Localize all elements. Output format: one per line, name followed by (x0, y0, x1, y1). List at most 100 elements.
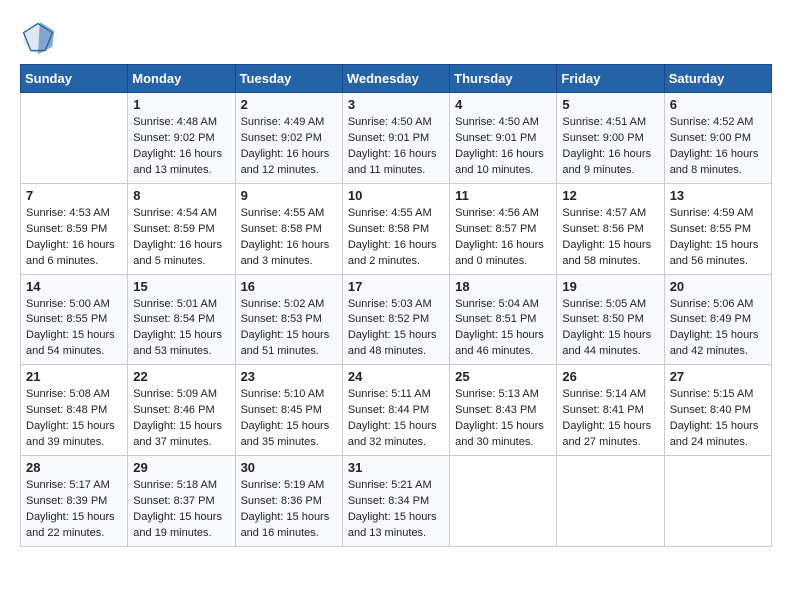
day-number: 30 (241, 460, 337, 475)
day-number: 27 (670, 369, 766, 384)
page-header (20, 20, 772, 56)
day-info: Sunrise: 4:52 AM Sunset: 9:00 PM Dayligh… (670, 115, 766, 179)
week-row-5: 28 Sunrise: 5:17 AM Sunset: 8:39 PM Dayli… (21, 456, 772, 547)
day-cell: 2 Sunrise: 4:49 AM Sunset: 9:02 PM Daylig… (235, 93, 342, 184)
col-header-sunday: Sunday (21, 65, 128, 93)
day-cell: 11 Sunrise: 4:56 AM Sunset: 8:57 PM Dayli… (450, 183, 557, 274)
day-number: 10 (348, 188, 444, 203)
day-info: Sunrise: 5:00 AM Sunset: 8:55 PM Dayligh… (26, 297, 122, 361)
day-cell: 28 Sunrise: 5:17 AM Sunset: 8:39 PM Dayli… (21, 456, 128, 547)
day-number: 31 (348, 460, 444, 475)
day-cell: 23 Sunrise: 5:10 AM Sunset: 8:45 PM Dayli… (235, 365, 342, 456)
day-cell: 18 Sunrise: 5:04 AM Sunset: 8:51 PM Dayli… (450, 274, 557, 365)
day-cell: 22 Sunrise: 5:09 AM Sunset: 8:46 PM Dayli… (128, 365, 235, 456)
day-number: 12 (562, 188, 658, 203)
day-number: 19 (562, 279, 658, 294)
col-header-wednesday: Wednesday (342, 65, 449, 93)
day-cell: 6Sunrise: 4:52 AM Sunset: 9:00 PM Daylig… (664, 93, 771, 184)
day-number: 21 (26, 369, 122, 384)
day-info: Sunrise: 5:17 AM Sunset: 8:39 PM Dayligh… (26, 478, 122, 542)
day-number: 15 (133, 279, 229, 294)
day-info: Sunrise: 4:51 AM Sunset: 9:00 PM Dayligh… (562, 115, 658, 179)
day-cell: 31 Sunrise: 5:21 AM Sunset: 8:34 PM Dayli… (342, 456, 449, 547)
day-number: 16 (241, 279, 337, 294)
day-number: 24 (348, 369, 444, 384)
header-row: SundayMondayTuesdayWednesdayThursdayFrid… (21, 65, 772, 93)
day-number: 18 (455, 279, 551, 294)
day-cell: 9 Sunrise: 4:55 AM Sunset: 8:58 PM Daylig… (235, 183, 342, 274)
day-cell: 14 Sunrise: 5:00 AM Sunset: 8:55 PM Dayli… (21, 274, 128, 365)
day-cell: 8 Sunrise: 4:54 AM Sunset: 8:59 PM Daylig… (128, 183, 235, 274)
day-cell (557, 456, 664, 547)
day-info: Sunrise: 5:14 AM Sunset: 8:41 PM Dayligh… (562, 387, 658, 451)
day-cell: 12 Sunrise: 4:57 AM Sunset: 8:56 PM Dayli… (557, 183, 664, 274)
day-cell: 7 Sunrise: 4:53 AM Sunset: 8:59 PM Daylig… (21, 183, 128, 274)
day-info: Sunrise: 4:49 AM Sunset: 9:02 PM Dayligh… (241, 115, 337, 179)
day-number: 25 (455, 369, 551, 384)
week-row-3: 14 Sunrise: 5:00 AM Sunset: 8:55 PM Dayli… (21, 274, 772, 365)
day-cell (664, 456, 771, 547)
week-row-1: 1 Sunrise: 4:48 AM Sunset: 9:02 PM Daylig… (21, 93, 772, 184)
day-info: Sunrise: 4:59 AM Sunset: 8:55 PM Dayligh… (670, 206, 766, 270)
day-info: Sunrise: 4:55 AM Sunset: 8:58 PM Dayligh… (348, 206, 444, 270)
day-info: Sunrise: 5:06 AM Sunset: 8:49 PM Dayligh… (670, 297, 766, 361)
day-number: 22 (133, 369, 229, 384)
day-cell: 13 Sunrise: 4:59 AM Sunset: 8:55 PM Dayli… (664, 183, 771, 274)
day-info: Sunrise: 5:13 AM Sunset: 8:43 PM Dayligh… (455, 387, 551, 451)
day-number: 7 (26, 188, 122, 203)
day-number: 5 (562, 97, 658, 112)
day-info: Sunrise: 5:08 AM Sunset: 8:48 PM Dayligh… (26, 387, 122, 451)
day-number: 1 (133, 97, 229, 112)
day-cell: 19 Sunrise: 5:05 AM Sunset: 8:50 PM Dayli… (557, 274, 664, 365)
day-info: Sunrise: 5:21 AM Sunset: 8:34 PM Dayligh… (348, 478, 444, 542)
day-number: 11 (455, 188, 551, 203)
day-info: Sunrise: 4:53 AM Sunset: 8:59 PM Dayligh… (26, 206, 122, 270)
day-cell: 10 Sunrise: 4:55 AM Sunset: 8:58 PM Dayli… (342, 183, 449, 274)
day-info: Sunrise: 5:03 AM Sunset: 8:52 PM Dayligh… (348, 297, 444, 361)
day-info: Sunrise: 5:15 AM Sunset: 8:40 PM Dayligh… (670, 387, 766, 451)
day-info: Sunrise: 4:50 AM Sunset: 9:01 PM Dayligh… (348, 115, 444, 179)
week-row-4: 21 Sunrise: 5:08 AM Sunset: 8:48 PM Dayli… (21, 365, 772, 456)
calendar-table: SundayMondayTuesdayWednesdayThursdayFrid… (20, 64, 772, 547)
day-info: Sunrise: 5:04 AM Sunset: 8:51 PM Dayligh… (455, 297, 551, 361)
day-cell (21, 93, 128, 184)
logo (20, 20, 60, 56)
day-number: 14 (26, 279, 122, 294)
day-info: Sunrise: 4:48 AM Sunset: 9:02 PM Dayligh… (133, 115, 229, 179)
day-number: 29 (133, 460, 229, 475)
day-number: 17 (348, 279, 444, 294)
day-info: Sunrise: 4:56 AM Sunset: 8:57 PM Dayligh… (455, 206, 551, 270)
day-info: Sunrise: 4:50 AM Sunset: 9:01 PM Dayligh… (455, 115, 551, 179)
day-info: Sunrise: 4:54 AM Sunset: 8:59 PM Dayligh… (133, 206, 229, 270)
day-number: 2 (241, 97, 337, 112)
day-cell: 29 Sunrise: 5:18 AM Sunset: 8:37 PM Dayli… (128, 456, 235, 547)
day-number: 28 (26, 460, 122, 475)
day-info: Sunrise: 5:01 AM Sunset: 8:54 PM Dayligh… (133, 297, 229, 361)
day-info: Sunrise: 5:11 AM Sunset: 8:44 PM Dayligh… (348, 387, 444, 451)
day-cell: 30Sunrise: 5:19 AM Sunset: 8:36 PM Dayli… (235, 456, 342, 547)
day-info: Sunrise: 4:57 AM Sunset: 8:56 PM Dayligh… (562, 206, 658, 270)
day-number: 8 (133, 188, 229, 203)
day-number: 13 (670, 188, 766, 203)
day-info: Sunrise: 5:02 AM Sunset: 8:53 PM Dayligh… (241, 297, 337, 361)
day-info: Sunrise: 5:18 AM Sunset: 8:37 PM Dayligh… (133, 478, 229, 542)
day-number: 4 (455, 97, 551, 112)
week-row-2: 7 Sunrise: 4:53 AM Sunset: 8:59 PM Daylig… (21, 183, 772, 274)
day-cell: 1 Sunrise: 4:48 AM Sunset: 9:02 PM Daylig… (128, 93, 235, 184)
day-number: 26 (562, 369, 658, 384)
day-cell: 25 Sunrise: 5:13 AM Sunset: 8:43 PM Dayli… (450, 365, 557, 456)
day-info: Sunrise: 5:05 AM Sunset: 8:50 PM Dayligh… (562, 297, 658, 361)
day-cell: 27 Sunrise: 5:15 AM Sunset: 8:40 PM Dayli… (664, 365, 771, 456)
logo-icon (20, 20, 56, 56)
day-cell: 4 Sunrise: 4:50 AM Sunset: 9:01 PM Daylig… (450, 93, 557, 184)
day-number: 20 (670, 279, 766, 294)
col-header-tuesday: Tuesday (235, 65, 342, 93)
day-number: 23 (241, 369, 337, 384)
col-header-friday: Friday (557, 65, 664, 93)
day-info: Sunrise: 5:10 AM Sunset: 8:45 PM Dayligh… (241, 387, 337, 451)
day-info: Sunrise: 5:09 AM Sunset: 8:46 PM Dayligh… (133, 387, 229, 451)
day-cell: 5 Sunrise: 4:51 AM Sunset: 9:00 PM Daylig… (557, 93, 664, 184)
day-info: Sunrise: 4:55 AM Sunset: 8:58 PM Dayligh… (241, 206, 337, 270)
day-number: 9 (241, 188, 337, 203)
day-cell: 24 Sunrise: 5:11 AM Sunset: 8:44 PM Dayli… (342, 365, 449, 456)
